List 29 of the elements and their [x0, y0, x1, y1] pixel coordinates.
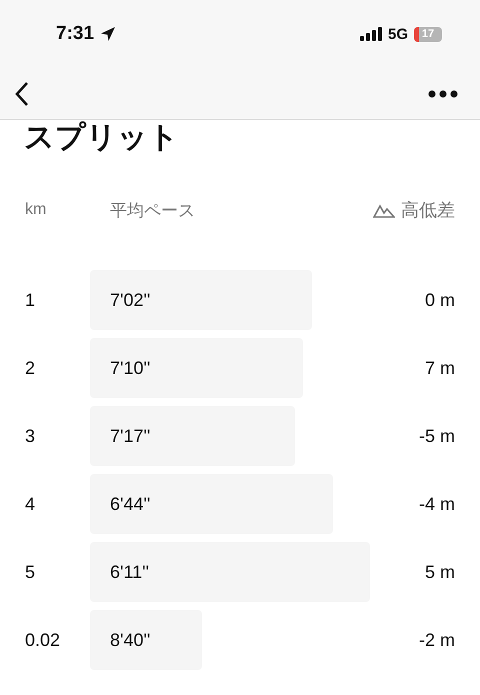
km-label: 1 — [25, 290, 36, 310]
column-header: km — [25, 201, 48, 219]
km-label: 4 — [25, 494, 36, 514]
pace-value: 8'40'' — [110, 630, 150, 650]
elevation-value: -2 m — [418, 630, 455, 650]
page-title: スプリット — [23, 120, 180, 156]
elevation-value: -4 m — [418, 494, 455, 514]
pace-value: 6'44'' — [110, 494, 150, 514]
km-label: 2 — [25, 358, 36, 378]
column-header: 高低差 — [401, 199, 455, 222]
pace-value: 7'02'' — [110, 290, 150, 310]
km-label: 5 — [25, 562, 36, 582]
mountain-icon — [373, 202, 395, 218]
more-icon[interactable] — [428, 90, 458, 98]
km-label: 3 — [25, 426, 36, 446]
column-header: 平均ペース — [110, 200, 196, 222]
battery-icon: 17 — [414, 26, 442, 42]
clock-time: 7:31 — [56, 23, 94, 45]
elevation-value: 0 m — [424, 290, 455, 310]
pace-value: 7'17'' — [110, 426, 150, 446]
location-arrow-icon — [100, 26, 116, 42]
elevation-value: 5 m — [424, 562, 455, 582]
signal-icon — [360, 27, 382, 41]
elevation-value: 7 m — [424, 358, 455, 378]
pace-value: 7'10'' — [110, 358, 150, 378]
pace-value: 6'11'' — [110, 562, 150, 582]
elevation-value: -5 m — [418, 426, 455, 446]
network-label: 5G — [388, 26, 408, 42]
km-label: 0.02 — [25, 630, 62, 650]
